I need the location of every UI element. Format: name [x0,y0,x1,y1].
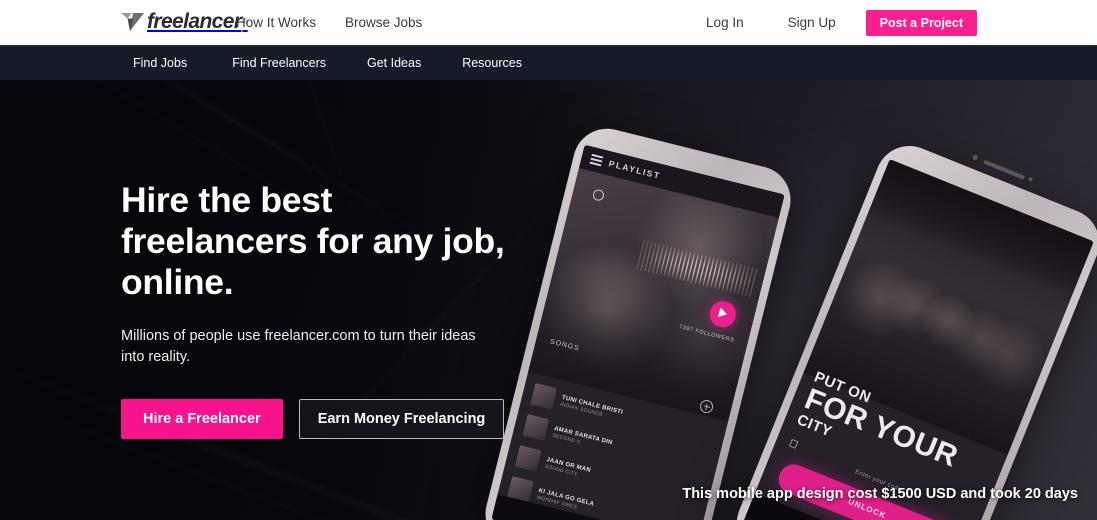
hire-a-freelancer-button[interactable]: Hire a Freelancer [121,399,283,439]
post-a-project-button[interactable]: Post a Project [865,9,977,36]
login-link[interactable]: Log In [706,15,744,30]
subnav-item-resources[interactable]: Resources [462,56,522,70]
subnav-item-get-ideas[interactable]: Get Ideas [367,56,421,70]
page-root: freelancer® How It Works Browse Jobs Log… [0,0,1097,520]
proximity-sensor-icon [1027,176,1034,182]
freelancer-bird-icon [121,13,144,31]
hero-title: Hire the best freelancers for any job, o… [121,180,551,303]
hero-caption: This mobile app design cost $1500 USD an… [682,486,1078,502]
subnav-item-find-jobs[interactable]: Find Jobs [133,56,187,70]
hero-title-line-1: Hire the best [121,180,333,220]
track-thumbnail [514,445,542,472]
hero-subtitle: Millions of people use freelancer.com to… [121,328,476,365]
primary-nav: How It Works Browse Jobs [236,0,422,45]
freelancer-logo[interactable]: freelancer® [121,9,248,35]
front-camera-icon [971,154,979,161]
hero-content: Hire the best freelancers for any job, o… [121,180,551,439]
hero-title-line-3: online. [121,262,234,302]
hamburger-menu-icon [589,153,604,167]
nav-how-it-works[interactable]: How It Works [236,15,316,30]
hero-banner: PLAYLIST 7397 FOLLOWERS SONGS TUNI CHALE… [0,80,1097,520]
subnav-item-find-freelancers[interactable]: Find Freelancers [232,56,326,70]
account-nav: Log In Sign Up Post a Project [706,0,977,45]
secondary-nav: Find Jobs Find Freelancers Get Ideas Res… [0,45,1097,80]
top-header: freelancer® How It Works Browse Jobs Log… [0,0,1097,45]
earn-money-freelancing-button[interactable]: Earn Money Freelancing [298,399,505,439]
signup-link[interactable]: Sign Up [788,15,836,30]
hero-title-line-2: freelancers for any job, [121,221,505,261]
phone-right-screen: PUT ON FOR YOUR CITY Enter your code UNL… [742,159,1094,520]
logo-wordmark: freelancer® [147,10,248,33]
hero-cta-group: Hire a Freelancer Earn Money Freelancing [121,399,551,439]
secondary-nav-items: Find Jobs Find Freelancers Get Ideas Res… [133,56,522,70]
nav-browse-jobs[interactable]: Browse Jobs [345,15,422,30]
earpiece-speaker-icon [983,159,1026,180]
